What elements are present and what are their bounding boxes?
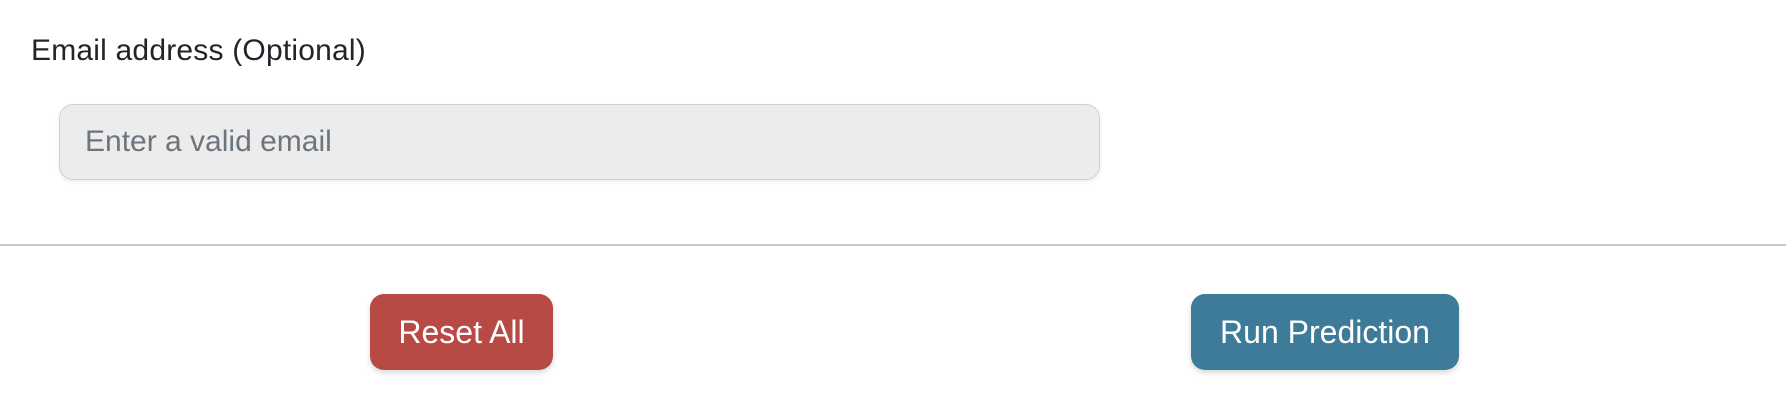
prediction-form: Email address (Optional) Reset All Run P…	[0, 0, 1786, 404]
reset-all-button[interactable]: Reset All	[370, 294, 553, 370]
email-field[interactable]	[59, 104, 1100, 180]
run-prediction-button[interactable]: Run Prediction	[1191, 294, 1459, 370]
section-divider	[0, 244, 1786, 246]
email-label: Email address (Optional)	[31, 34, 366, 67]
